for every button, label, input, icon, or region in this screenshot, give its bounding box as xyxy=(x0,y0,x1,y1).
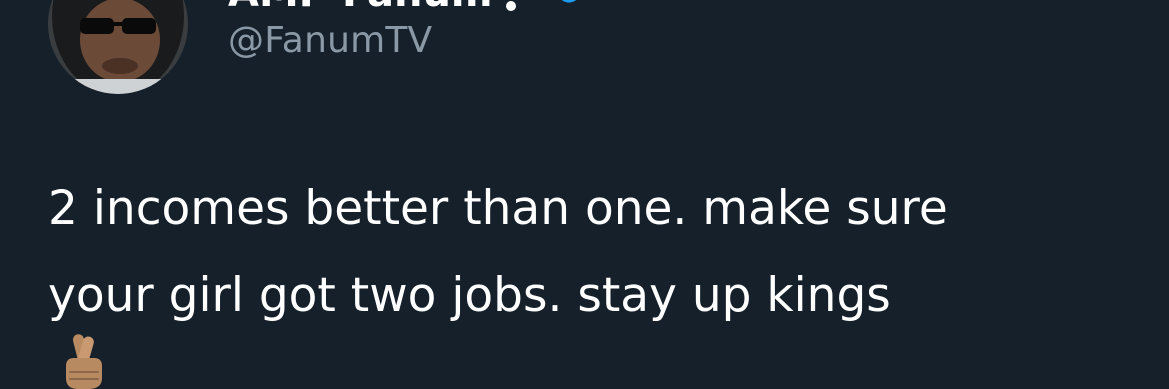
dot-icon xyxy=(506,1,516,11)
display-name[interactable]: AMP Fanum xyxy=(228,0,493,16)
crossed-fingers-emoji-icon xyxy=(66,334,102,389)
avatar[interactable] xyxy=(48,0,188,94)
user-handle[interactable]: @FanumTV xyxy=(228,20,432,61)
tweet-text-line: your girl got two jobs. stay up kings xyxy=(48,268,891,323)
avatar-image xyxy=(48,0,188,94)
tweet-text: 2 incomes better than one. make sure you… xyxy=(48,165,1148,339)
verified-badge-icon xyxy=(561,0,577,3)
tweet-text-line: 2 incomes better than one. make sure xyxy=(48,181,948,236)
